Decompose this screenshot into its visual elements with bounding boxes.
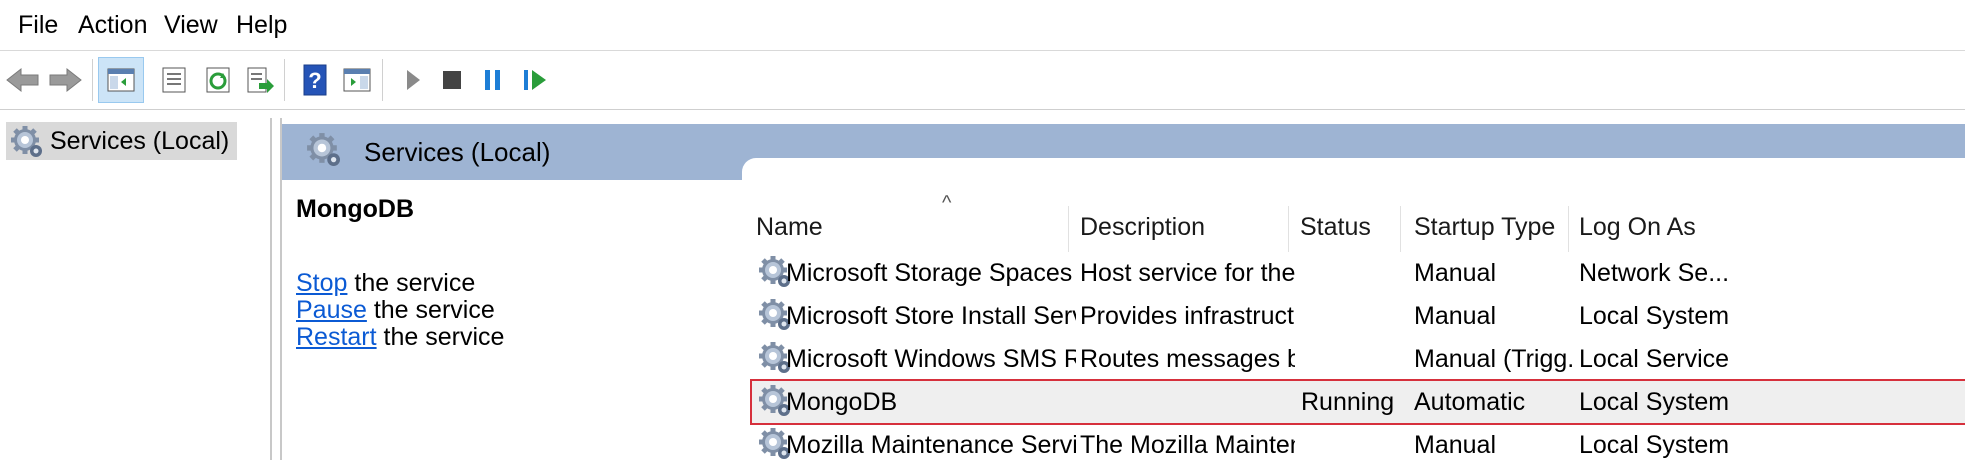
column-divider[interactable] [1400, 206, 1401, 252]
toolbar-separator [284, 59, 285, 101]
toolbar-separator [382, 59, 383, 101]
console-tree: Services (Local) [0, 118, 272, 460]
tree-item-services-local[interactable]: Services (Local) [6, 122, 238, 160]
tree-item-label: Services (Local) [50, 126, 230, 155]
table-row[interactable]: Microsoft Store Install Service Provides… [752, 295, 1965, 337]
back-arrow-icon[interactable] [0, 57, 46, 103]
cell-name: Microsoft Store Install Service [786, 302, 1076, 330]
cell-name: MongoDB [786, 388, 898, 416]
menu-bar: File Action View Help [0, 0, 1965, 51]
column-header-status[interactable]: Status [1300, 212, 1371, 242]
export-list-icon[interactable] [237, 57, 283, 103]
restart-action: Restart the service [296, 322, 504, 352]
show-hide-console-tree-icon[interactable] [98, 57, 144, 103]
action-text: the service [366, 296, 495, 324]
stop-action: Stop the service [296, 268, 475, 298]
column-header-name[interactable]: Name [756, 212, 823, 242]
table-row[interactable]: Microsoft Storage Spaces SMP Host servic… [752, 252, 1965, 294]
action-text: the service [376, 323, 505, 351]
stop-service-icon[interactable] [429, 57, 475, 103]
pane-title: Services (Local) [364, 137, 551, 167]
menu-action[interactable]: Action [78, 10, 147, 40]
menu-file[interactable]: File [18, 10, 58, 40]
column-divider[interactable] [1068, 206, 1069, 252]
services-list: ^ Name Description Status Startup Type L… [742, 180, 1965, 460]
resume-service-icon[interactable] [512, 57, 558, 103]
services-gear-icon [10, 125, 42, 164]
table-row[interactable]: Mozilla Maintenance Service The Mozilla … [752, 424, 1965, 460]
sort-ascending-icon: ^ [942, 192, 952, 214]
show-action-pane-icon[interactable] [334, 57, 380, 103]
column-header-description[interactable]: Description [1080, 212, 1205, 242]
extended-tab-area [742, 158, 1965, 180]
cell-startup-type: Manual [1414, 431, 1496, 459]
pause-service-link[interactable]: Pause [296, 296, 367, 324]
column-header-startup-type[interactable]: Startup Type [1414, 212, 1555, 242]
restart-service-link[interactable]: Restart [296, 323, 377, 351]
cell-description: The Mozilla Mainten... [1080, 431, 1295, 459]
cell-description: Routes messages b... [1080, 345, 1295, 373]
cell-startup-type: Automatic [1414, 388, 1526, 416]
forward-arrow-icon[interactable] [42, 57, 88, 103]
toolbar-separator [92, 59, 93, 101]
column-divider[interactable] [1288, 206, 1289, 252]
cell-description: Provides infrastructu... [1080, 302, 1295, 330]
help-icon[interactable]: ? [292, 57, 338, 103]
cell-startup-type: Manual [1414, 302, 1496, 330]
cell-log-on-as: Local Service [1579, 345, 1730, 373]
toolbar: ? [0, 51, 1965, 110]
column-divider[interactable] [1568, 206, 1569, 252]
cell-name: Microsoft Storage Spaces SMP [786, 259, 1076, 287]
table-row[interactable]: Microsoft Windows SMS Rou... Routes mess… [752, 338, 1965, 380]
menu-help[interactable]: Help [236, 10, 287, 40]
services-pane: Services (Local) MongoDB Stop the servic… [280, 118, 1965, 460]
cell-name: Mozilla Maintenance Service [786, 431, 1076, 459]
table-row-selected[interactable]: MongoDB Running Automatic Local System [750, 379, 1965, 425]
cell-log-on-as: Network Se... [1579, 259, 1730, 287]
pause-service-icon[interactable] [470, 57, 516, 103]
cell-status: Running [1301, 388, 1395, 416]
cell-name: Microsoft Windows SMS Rou... [786, 345, 1076, 373]
cell-log-on-as: Local System [1579, 388, 1730, 416]
action-text: the service [347, 269, 476, 297]
stop-service-link[interactable]: Stop [296, 269, 347, 297]
selected-service-name: MongoDB [296, 195, 415, 223]
cell-startup-type: Manual (Trigg... [1414, 345, 1574, 373]
cell-description: Host service for the ... [1080, 259, 1295, 287]
menu-view[interactable]: View [164, 10, 218, 40]
pause-action: Pause the service [296, 295, 495, 325]
cell-log-on-as: Local System [1579, 431, 1730, 459]
services-gear-icon [306, 132, 340, 171]
cell-startup-type: Manual [1414, 259, 1496, 287]
refresh-icon[interactable] [195, 57, 241, 103]
properties-icon[interactable] [151, 57, 197, 103]
svg-text:?: ? [308, 68, 321, 93]
column-header-log-on-as[interactable]: Log On As [1579, 212, 1696, 242]
cell-log-on-as: Local System [1579, 302, 1730, 330]
